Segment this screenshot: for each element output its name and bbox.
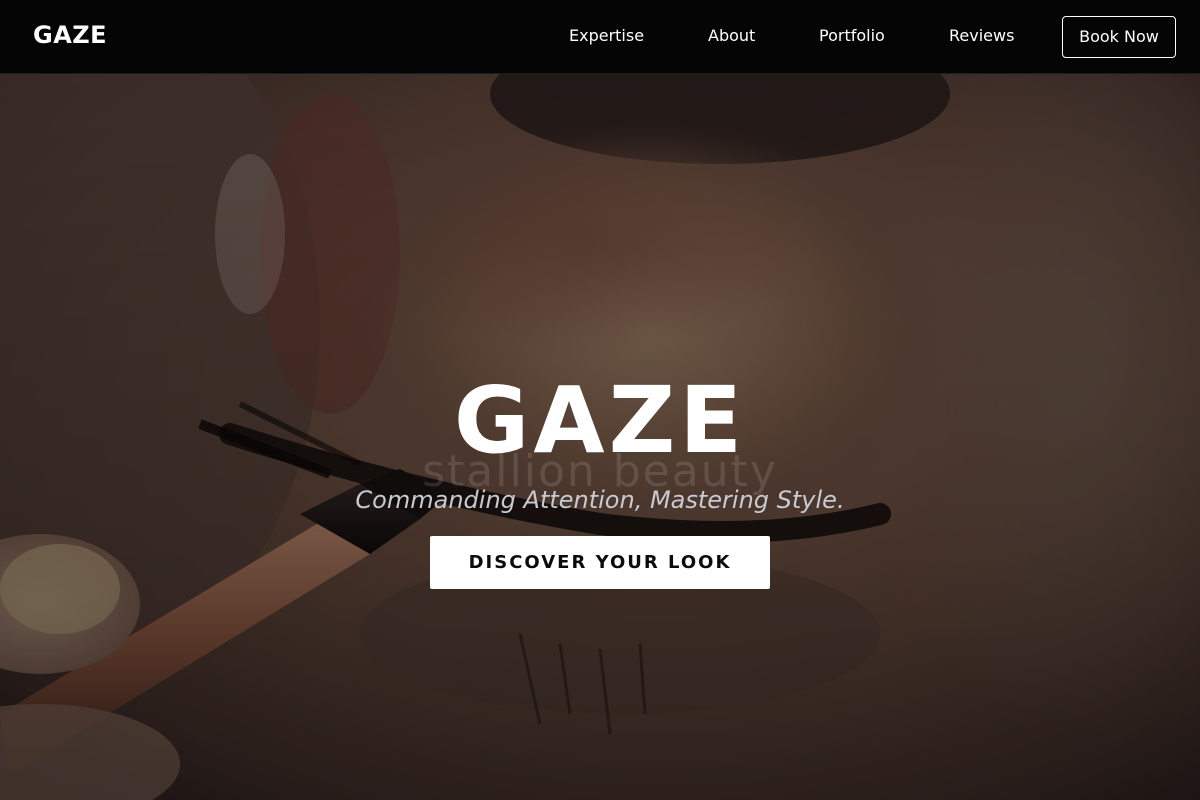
hero-subtitle: Commanding Attention, Mastering Style. [355,486,845,514]
nav-link-expertise[interactable]: Expertise [569,26,644,45]
nav-link-about[interactable]: About [708,26,755,45]
hero-section: stallion beauty GAZE Commanding Attentio… [0,74,1200,800]
nav-link-portfolio[interactable]: Portfolio [819,26,885,45]
hero-title: GAZE [453,367,747,474]
top-navigation-bar: GAZE Expertise About Portfolio Reviews B… [0,0,1200,74]
brand-logo[interactable]: GAZE [33,21,107,49]
landing-page: GAZE Expertise About Portfolio Reviews B… [0,0,1200,800]
discover-your-look-button[interactable]: DISCOVER YOUR LOOK [430,536,770,589]
book-now-button[interactable]: Book Now [1062,16,1176,58]
nav-link-reviews[interactable]: Reviews [949,26,1014,45]
